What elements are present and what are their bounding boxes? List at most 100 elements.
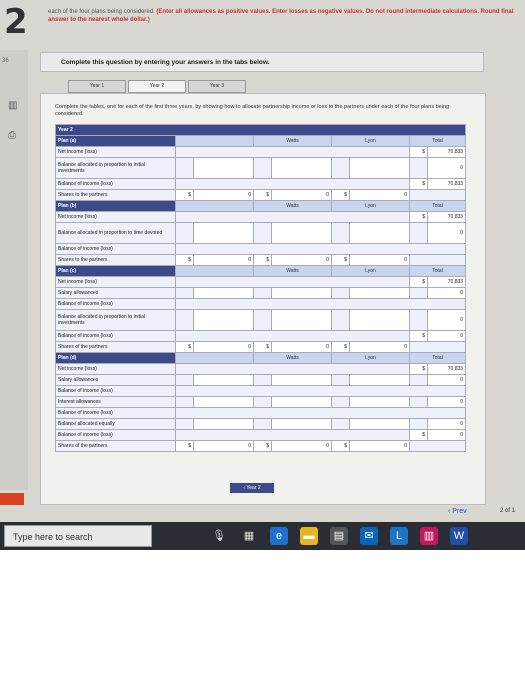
dollar-sign: $ (175, 189, 194, 201)
lyon-share: 0 (271, 341, 332, 353)
total-share: 0 (349, 254, 410, 266)
app-red-icon[interactable]: ▥ (420, 527, 438, 545)
dollar-sign: $ (409, 363, 428, 375)
col-total: Total (408, 352, 467, 364)
store-icon[interactable]: ▤ (330, 527, 348, 545)
input-cell[interactable] (271, 222, 332, 244)
dollar-sign: $ (409, 178, 428, 190)
tab-year-2[interactable]: Year 2 (128, 80, 186, 93)
allocation-table: Year 2 Plan (a) Watts Lyon Total Net income… (54, 124, 467, 452)
table-row: Shares to the partners $0 $0 $0 (55, 189, 467, 201)
tab-year-3[interactable]: Year 3 (188, 80, 246, 93)
year-tabs: Year 1 Year 2 Year 3 (68, 80, 246, 93)
microphone-icon[interactable]: 🎙 (210, 527, 228, 545)
row-label: Balance allocated in proportion to initi… (55, 157, 176, 179)
input-cell[interactable] (349, 396, 410, 408)
table-row: Net income (loss) $70,833 (55, 146, 467, 158)
table-row: Balance of income (loss) (55, 243, 467, 255)
input-cell[interactable] (193, 157, 254, 179)
row-label: Shares to the partners (55, 254, 176, 266)
mail-icon[interactable]: ✉ (360, 527, 378, 545)
total-value: 70,833 (426, 178, 467, 190)
table-row: Plan (d) Watts Lyon Total (55, 352, 467, 364)
row-label: Balance of income (loss) (55, 178, 176, 190)
watts-share: 0 (193, 254, 254, 266)
input-cell[interactable] (349, 418, 410, 430)
row-label: Salary allowances (55, 287, 176, 299)
dollar-sign: $ (175, 254, 194, 266)
input-cell[interactable] (271, 309, 332, 331)
print-icon[interactable]: ⎙ (8, 130, 16, 141)
dollar-sign: $ (409, 146, 428, 158)
dollar-sign: $ (409, 211, 428, 223)
instruction-bar: Complete this question by entering your … (40, 52, 484, 72)
table-row: Shares of the partners $0 $0 $0 (55, 341, 467, 353)
input-cell[interactable] (349, 309, 410, 331)
total-share: 0 (349, 189, 410, 201)
dollar-sign: $ (175, 440, 194, 452)
table-row: Balance of income (loss) $0 (55, 330, 467, 342)
input-cell[interactable] (271, 157, 332, 179)
year-nav-button[interactable]: ‹ Year 2 (230, 483, 274, 493)
plan-d-label: Plan (d) (55, 352, 176, 364)
col-watts: Watts (253, 352, 332, 364)
total-share: 0 (349, 440, 410, 452)
total-value: 0 (426, 429, 467, 441)
tab-year-1[interactable]: Year 1 (68, 80, 126, 93)
table-row: Balance allocated equally 0 (55, 418, 467, 430)
table-row: Net income (loss) $70,833 (55, 363, 467, 375)
input-cell[interactable] (193, 374, 254, 386)
input-cell[interactable] (193, 418, 254, 430)
input-cell[interactable] (349, 157, 410, 179)
input-cell[interactable] (271, 418, 332, 430)
total-value: 0 (426, 418, 467, 430)
watts-share: 0 (193, 341, 254, 353)
taskbar-search-input[interactable]: Type here to search (4, 525, 152, 547)
total-value: 70,833 (426, 146, 467, 158)
col-lyon: Lyon (331, 265, 410, 277)
input-cell[interactable] (193, 287, 254, 299)
ebook-icon[interactable]: ▥ (8, 100, 17, 111)
input-cell[interactable] (349, 222, 410, 244)
dollar-sign: $ (175, 341, 194, 353)
dollar-sign: $ (409, 330, 428, 342)
input-cell[interactable] (193, 396, 254, 408)
input-cell[interactable] (271, 287, 332, 299)
col-lyon: Lyon (331, 135, 410, 147)
input-cell[interactable] (349, 287, 410, 299)
input-cell[interactable] (193, 222, 254, 244)
edge-icon[interactable]: e (270, 527, 288, 545)
total-value: 0 (426, 374, 467, 386)
lyon-share: 0 (271, 254, 332, 266)
prev-button[interactable]: ‹ Prev (448, 508, 467, 515)
row-label: Shares of the partners (55, 440, 176, 452)
total-value: 0 (426, 309, 467, 331)
row-label: Salary allowances (55, 374, 176, 386)
col-watts: Watts (253, 200, 332, 212)
table-row: Net income (loss) $70,833 (55, 276, 467, 288)
table-row: Shares of the partners $0 $0 $0 (55, 440, 467, 452)
row-label: Net income (loss) (55, 276, 176, 288)
row-label: Shares of the partners (55, 341, 176, 353)
word-icon[interactable]: W (450, 527, 468, 545)
left-rail (0, 50, 28, 490)
input-cell[interactable] (349, 374, 410, 386)
intro-text: each of the four plans being considered. (48, 9, 155, 15)
dollar-sign: $ (253, 189, 272, 201)
dollar-sign: $ (331, 440, 350, 452)
input-cell[interactable] (271, 374, 332, 386)
input-cell[interactable] (193, 309, 254, 331)
total-share: 0 (349, 341, 410, 353)
col-lyon: Lyon (331, 200, 410, 212)
file-explorer-icon[interactable]: ▬ (300, 527, 318, 545)
app-l-icon[interactable]: L (390, 527, 408, 545)
col-total: Total (408, 200, 467, 212)
input-cell[interactable] (271, 396, 332, 408)
table-row: Salary allowances 0 (55, 287, 467, 299)
red-marker (0, 493, 24, 505)
task-view-icon[interactable]: ▦ (240, 527, 258, 545)
question-number: 2 (4, 2, 28, 42)
row-label: Net income (loss) (55, 363, 176, 375)
total-value: 0 (426, 396, 467, 408)
table-row: Plan (a) Watts Lyon Total (55, 135, 467, 147)
